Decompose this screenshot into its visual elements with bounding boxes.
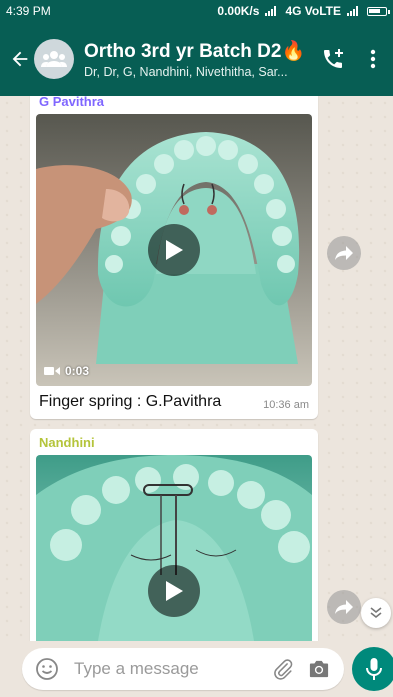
camera-button[interactable]	[304, 654, 334, 684]
group-title: Ortho 3rd yr Batch D2🔥	[84, 41, 306, 62]
play-button[interactable]	[148, 224, 200, 276]
add-call-icon	[324, 49, 343, 68]
chat-title-block[interactable]: Ortho 3rd yr Batch D2🔥 Dr, Dr, G, Nandhi…	[84, 39, 313, 79]
more-vert-icon	[370, 49, 376, 69]
microphone-icon	[366, 658, 382, 680]
back-arrow-icon[interactable]	[8, 47, 32, 71]
fire-emoji-icon: 🔥	[281, 41, 306, 62]
status-bar: 4:39 PM 0.00K/s 4G VoLTE	[0, 0, 393, 22]
message-bubble[interactable]: Nandhini	[30, 429, 318, 641]
group-avatar[interactable]	[34, 39, 74, 79]
forward-button[interactable]	[327, 590, 361, 624]
status-time: 4:39 PM	[6, 4, 51, 18]
status-indicators: 0.00K/s 4G VoLTE	[217, 4, 390, 18]
forward-button[interactable]	[327, 236, 361, 270]
more-options-button[interactable]	[353, 39, 393, 79]
message-input-box	[22, 648, 344, 690]
camera-icon	[309, 660, 329, 678]
video-duration: 0:03	[44, 364, 89, 378]
emoji-icon	[36, 658, 58, 680]
video-thumbnail[interactable]: 0:03	[36, 114, 312, 386]
scroll-to-bottom-button[interactable]	[361, 598, 391, 628]
message-caption: Finger spring : G.Pavithra	[39, 393, 222, 410]
input-bar	[0, 641, 393, 697]
play-icon	[166, 240, 183, 260]
emoji-button[interactable]	[32, 654, 62, 684]
group-icon	[41, 51, 67, 67]
play-icon	[166, 581, 183, 601]
chat-area[interactable]: G Pavithra 0:03 Finger spring: G.Pavith…	[0, 96, 393, 641]
group-members: Dr, Dr, G, Nandhini, Nivethitha, Sar...	[84, 65, 288, 79]
double-chevron-down-icon	[370, 607, 382, 619]
mic-button[interactable]	[352, 647, 393, 691]
message-time: 10:36 am	[263, 399, 309, 411]
play-button[interactable]	[148, 565, 200, 617]
video-thumbnail[interactable]	[36, 455, 312, 641]
message-bubble[interactable]: G Pavithra 0:03 Finger spring: G.Pavith…	[30, 96, 318, 419]
video-camera-icon	[44, 367, 60, 375]
carrier-label: 4G VoLTE	[285, 4, 341, 18]
paperclip-icon	[274, 659, 293, 680]
add-call-button[interactable]	[313, 39, 353, 79]
caption-row: Finger spring : G.Pavithra 10:36 am	[36, 386, 312, 413]
sender-name: G Pavithra	[39, 96, 105, 109]
forward-icon	[335, 600, 353, 614]
attach-button[interactable]	[268, 654, 298, 684]
chat-header: Ortho 3rd yr Batch D2🔥 Dr, Dr, G, Nandhi…	[0, 22, 393, 96]
signal-icon	[265, 6, 277, 16]
sender-name: Nandhini	[39, 435, 95, 450]
battery-icon	[367, 6, 390, 16]
forward-icon	[335, 246, 353, 260]
message-input[interactable]	[72, 658, 268, 680]
signal-icon-2	[347, 6, 358, 16]
network-speed: 0.00K/s	[217, 4, 260, 18]
